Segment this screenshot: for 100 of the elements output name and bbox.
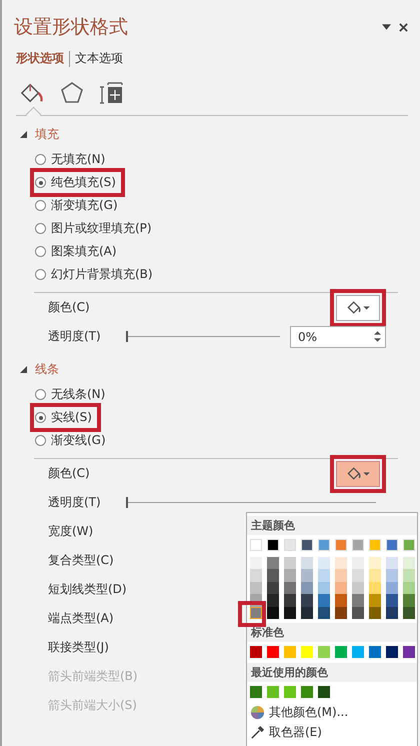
color-swatch[interactable] — [352, 606, 364, 619]
radio-button[interactable] — [35, 246, 46, 257]
radio-option[interactable]: 实线(S) — [30, 403, 101, 432]
color-swatch[interactable] — [335, 646, 347, 658]
color-swatch[interactable] — [301, 594, 313, 607]
color-swatch[interactable] — [284, 569, 296, 582]
color-swatch[interactable] — [267, 569, 279, 582]
color-swatch[interactable] — [386, 594, 398, 607]
size-icon[interactable] — [100, 81, 124, 105]
color-swatch[interactable] — [352, 646, 364, 658]
tab[interactable]: 形状选项 — [16, 50, 64, 67]
color-swatch[interactable] — [369, 569, 381, 582]
color-swatch[interactable] — [403, 582, 415, 594]
dropdown-icon[interactable] — [382, 24, 391, 30]
color-swatch[interactable] — [250, 557, 262, 570]
color-swatch[interactable] — [301, 582, 313, 594]
color-swatch[interactable] — [403, 557, 415, 570]
color-swatch[interactable] — [267, 557, 279, 570]
radio-button[interactable] — [35, 269, 46, 280]
color-swatch[interactable] — [369, 539, 381, 551]
spin-field[interactable]: 0% — [290, 326, 386, 348]
color-swatch[interactable] — [318, 539, 330, 551]
radio-option[interactable]: 图案填充(A) — [30, 239, 126, 264]
radio-button[interactable] — [35, 412, 46, 423]
color-swatch[interactable] — [250, 606, 262, 619]
color-swatch[interactable] — [284, 606, 296, 619]
color-swatch[interactable] — [352, 582, 364, 594]
color-swatch[interactable] — [369, 594, 381, 607]
color-swatch[interactable] — [369, 582, 381, 594]
menu-item[interactable]: 取色器(E) — [269, 724, 322, 742]
collapse-arrow-icon[interactable] — [20, 366, 27, 372]
color-swatch[interactable] — [301, 569, 313, 582]
menu-item[interactable]: 其他颜色(M)... — [269, 704, 348, 722]
color-swatch[interactable] — [369, 557, 381, 570]
radio-option[interactable]: 幻灯片背景填充(B) — [30, 262, 162, 287]
color-swatch[interactable] — [352, 539, 364, 551]
color-swatch[interactable] — [318, 594, 330, 607]
color-swatch[interactable] — [284, 646, 296, 658]
color-swatch[interactable] — [352, 557, 364, 570]
section-title[interactable]: 填充 — [35, 126, 59, 142]
section-title[interactable]: 线条 — [35, 360, 59, 378]
color-swatch[interactable] — [284, 557, 296, 570]
color-swatch[interactable] — [301, 606, 313, 619]
color-swatch[interactable] — [352, 569, 364, 582]
color-swatch[interactable] — [267, 686, 279, 698]
color-swatch[interactable] — [335, 594, 347, 607]
color-swatch[interactable] — [250, 686, 262, 698]
color-swatch[interactable] — [284, 594, 296, 607]
color-swatch[interactable] — [284, 539, 296, 551]
radio-button[interactable] — [35, 435, 46, 446]
color-swatch[interactable] — [267, 606, 279, 619]
color-swatch[interactable] — [403, 606, 415, 619]
color-swatch[interactable] — [250, 646, 262, 658]
color-swatch[interactable] — [335, 606, 347, 619]
color-swatch[interactable] — [301, 646, 313, 658]
color-swatch[interactable] — [369, 606, 381, 619]
collapse-arrow-icon[interactable] — [20, 130, 27, 138]
color-swatch[interactable] — [301, 539, 313, 551]
color-swatch[interactable] — [318, 582, 330, 594]
color-button[interactable] — [336, 294, 380, 320]
color-swatch[interactable] — [352, 594, 364, 607]
radio-button[interactable] — [35, 389, 46, 400]
color-swatch[interactable] — [267, 582, 279, 594]
paint-bucket-icon[interactable] — [20, 81, 44, 105]
pentagon-icon[interactable] — [60, 81, 84, 105]
color-swatch[interactable] — [335, 582, 347, 594]
color-swatch[interactable] — [386, 557, 398, 570]
radio-button[interactable] — [35, 223, 46, 234]
close-icon[interactable] — [399, 22, 408, 32]
color-swatch[interactable] — [318, 646, 330, 658]
color-swatch[interactable] — [267, 646, 279, 658]
color-swatch[interactable] — [386, 646, 398, 658]
color-swatch[interactable] — [284, 686, 296, 698]
color-swatch[interactable] — [318, 606, 330, 619]
color-swatch[interactable] — [250, 582, 262, 594]
color-swatch[interactable] — [284, 582, 296, 594]
color-swatch[interactable] — [403, 646, 415, 658]
radio-button[interactable] — [35, 177, 46, 188]
color-swatch[interactable] — [335, 569, 347, 582]
color-swatch[interactable] — [403, 569, 415, 582]
radio-option[interactable]: 图片或纹理填充(P) — [30, 216, 161, 241]
radio-button[interactable] — [35, 154, 46, 165]
tab[interactable]: 文本选项 — [75, 50, 123, 67]
color-swatch[interactable] — [318, 686, 330, 698]
color-swatch[interactable] — [335, 539, 347, 551]
color-swatch[interactable] — [403, 594, 415, 607]
color-swatch[interactable] — [250, 539, 262, 551]
color-swatch[interactable] — [386, 606, 398, 619]
color-swatch[interactable] — [301, 557, 313, 570]
color-swatch[interactable] — [386, 539, 398, 551]
color-swatch[interactable] — [386, 582, 398, 594]
color-swatch[interactable] — [267, 539, 279, 551]
color-swatch[interactable] — [318, 569, 330, 582]
color-button[interactable] — [336, 460, 380, 486]
color-swatch[interactable] — [250, 569, 262, 582]
color-swatch[interactable] — [369, 646, 381, 658]
color-swatch[interactable] — [301, 686, 313, 698]
color-swatch[interactable] — [267, 594, 279, 607]
radio-option[interactable]: 纯色填充(S) — [30, 168, 125, 197]
color-swatch[interactable] — [318, 557, 330, 570]
